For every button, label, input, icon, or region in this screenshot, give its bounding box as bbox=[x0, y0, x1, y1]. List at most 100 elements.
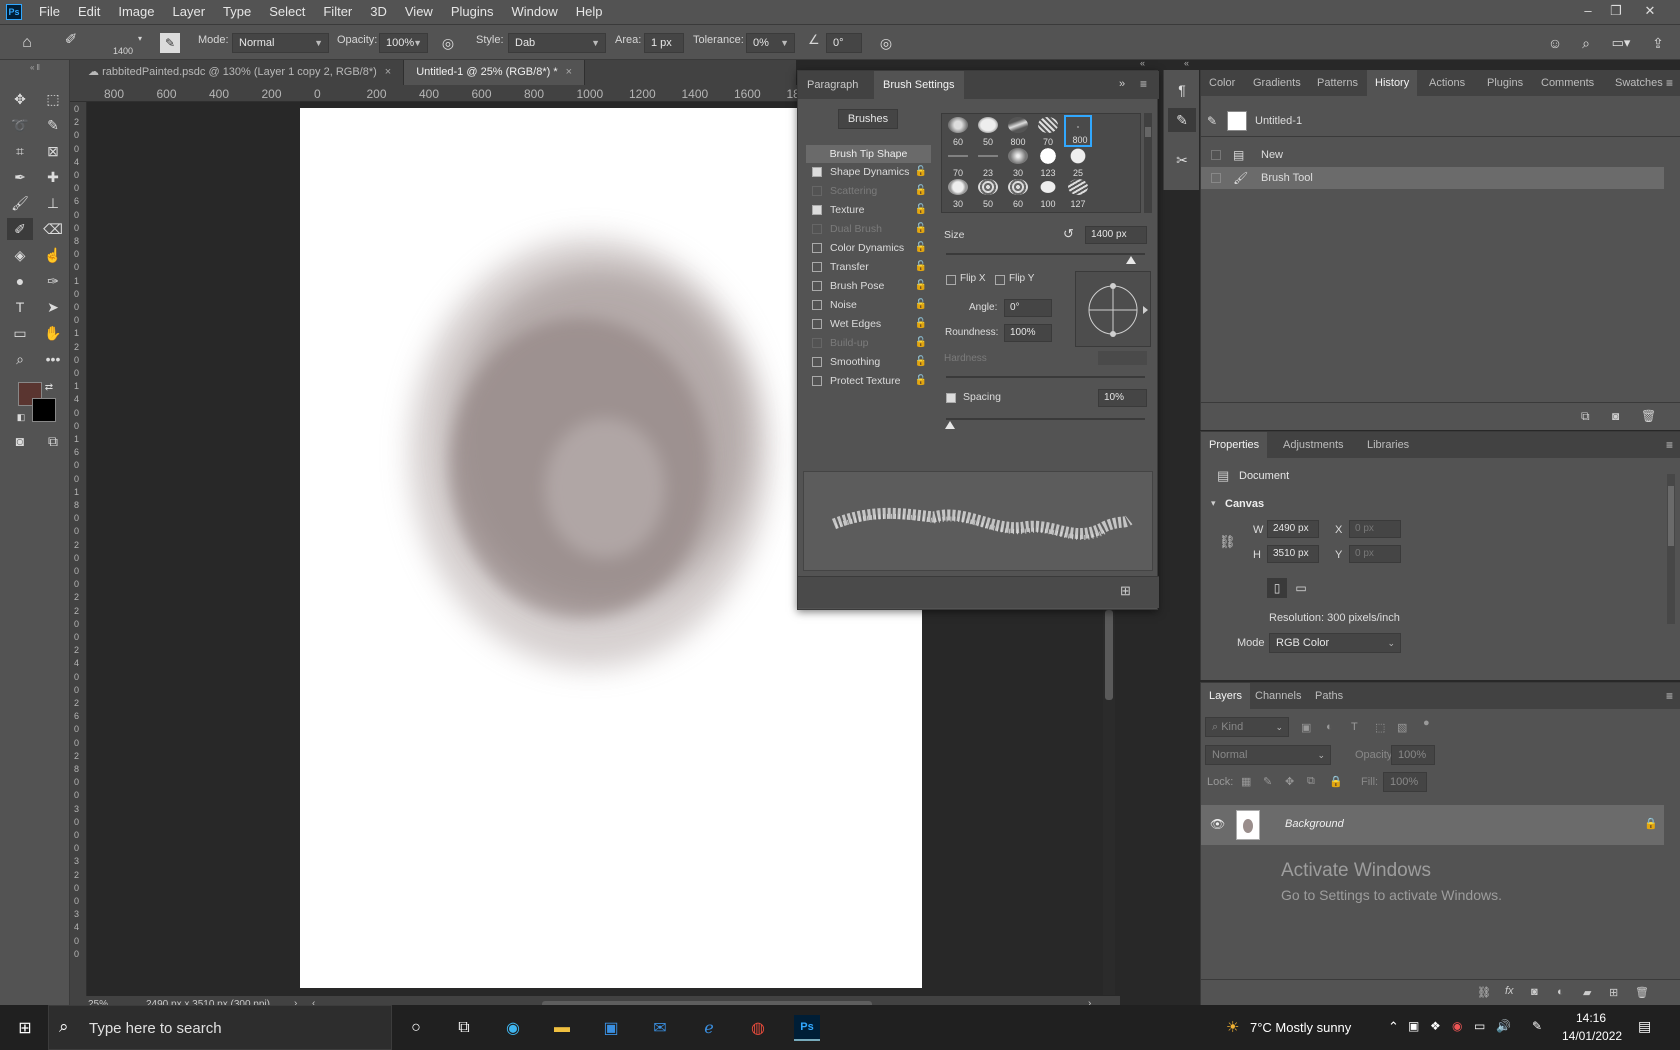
new-preset-icon[interactable]: ⊞ bbox=[1120, 583, 1131, 599]
workspace-icon[interactable]: ▭▾ bbox=[1606, 33, 1636, 53]
brush-tip-preset[interactable]: 23 bbox=[974, 146, 1002, 178]
tab-rabbited-painted[interactable]: ☁ rabbitedPainted.psdc @ 130% (Layer 1 c… bbox=[76, 60, 405, 85]
lock-icon[interactable]: 🔓 bbox=[915, 163, 927, 181]
spacing-field[interactable]: 10% bbox=[1098, 389, 1147, 407]
brush-option-transfer[interactable]: Transfer 🔓 bbox=[806, 258, 931, 276]
mail-icon[interactable]: ✉ bbox=[647, 1015, 673, 1041]
brush-option-protect-texture[interactable]: Protect Texture 🔓 bbox=[806, 372, 931, 390]
history-brush-source-icon[interactable]: ✎ bbox=[1207, 110, 1217, 132]
link-icon[interactable]: ⛓ bbox=[1219, 534, 1236, 550]
menu-help[interactable]: Help bbox=[567, 0, 612, 24]
pressure-size-icon[interactable]: ◎ bbox=[876, 33, 896, 53]
brush-option-dual-brush[interactable]: Dual Brush 🔓 bbox=[806, 220, 931, 238]
menu-file[interactable]: File bbox=[30, 0, 69, 24]
adjustment-filter-icon[interactable]: ◐ bbox=[1326, 721, 1333, 733]
lock-icon[interactable]: 🔓 bbox=[915, 353, 927, 371]
pixel-filter-icon[interactable]: ▣ bbox=[1301, 721, 1311, 734]
chrome-icon[interactable]: ◍ bbox=[745, 1015, 771, 1041]
pen-tool-icon[interactable]: ✑ bbox=[40, 270, 66, 292]
clone-stamp-tool-icon[interactable]: ⊥ bbox=[40, 192, 66, 214]
tolerance-field[interactable]: 0% ▼ bbox=[746, 33, 795, 53]
screen-mode-icon[interactable]: ⧉ bbox=[40, 430, 66, 452]
style-select[interactable]: Dab ▼ bbox=[508, 33, 606, 53]
brush-panel-toggle-icon[interactable]: ✎ bbox=[160, 33, 180, 53]
tray-app-icon[interactable]: ▣ bbox=[1408, 1019, 1419, 1033]
delete-layer-icon[interactable]: 🗑 bbox=[1635, 986, 1649, 999]
brush-tip-preset[interactable]: 127 bbox=[1064, 177, 1092, 209]
lock-icon[interactable]: 🔓 bbox=[915, 334, 927, 352]
layer-name[interactable]: Background bbox=[1285, 818, 1344, 830]
tab-actions[interactable]: Actions bbox=[1421, 70, 1473, 96]
tab-libraries[interactable]: Libraries bbox=[1359, 432, 1417, 458]
smudge-tool-icon[interactable]: ☝ bbox=[40, 244, 66, 266]
x-field[interactable]: 0 px bbox=[1349, 520, 1401, 538]
brush-tool-icon[interactable]: 🖌 bbox=[7, 192, 33, 214]
new-group-icon[interactable]: ▰ bbox=[1583, 986, 1591, 999]
background-color-swatch[interactable] bbox=[32, 398, 56, 422]
camera-icon[interactable]: ◙ bbox=[1612, 409, 1619, 423]
brush-tip-preset[interactable]: 50 bbox=[974, 115, 1002, 147]
volume-icon[interactable]: 🔊 bbox=[1496, 1019, 1511, 1033]
lasso-tool-icon[interactable]: ➰ bbox=[7, 114, 33, 136]
type-filter-icon[interactable]: T bbox=[1351, 721, 1358, 733]
portrait-orientation-icon[interactable]: ▯ bbox=[1267, 578, 1287, 598]
tab-brush-settings[interactable]: Brush Settings bbox=[874, 71, 964, 99]
option-checkbox[interactable] bbox=[812, 300, 822, 310]
spacing-checkbox[interactable] bbox=[946, 393, 956, 403]
move-tool-icon[interactable]: ✥ bbox=[7, 88, 33, 110]
internet-explorer-icon[interactable]: ℯ bbox=[696, 1015, 722, 1041]
trash-icon[interactable]: 🗑 bbox=[1641, 409, 1656, 423]
collapse-panels-icon[interactable]: « bbox=[1140, 58, 1145, 68]
brush-option-smoothing[interactable]: Smoothing 🔓 bbox=[806, 353, 931, 371]
tab-history[interactable]: History bbox=[1367, 70, 1418, 96]
tab-properties[interactable]: Properties bbox=[1201, 432, 1268, 458]
lock-all-icon[interactable]: 🔒 bbox=[1329, 775, 1343, 788]
menu-view[interactable]: View bbox=[396, 0, 442, 24]
history-source-checkbox[interactable] bbox=[1211, 150, 1221, 160]
lock-icon[interactable]: 🔓 bbox=[915, 372, 927, 390]
lock-pixels-icon[interactable]: ✎ bbox=[1263, 775, 1272, 788]
dropbox-icon[interactable]: ❖ bbox=[1430, 1019, 1441, 1033]
spacing-slider[interactable] bbox=[946, 418, 1145, 420]
option-checkbox[interactable] bbox=[812, 262, 822, 272]
tab-comments[interactable]: Comments bbox=[1533, 70, 1602, 96]
rectangle-tool-icon[interactable]: ▭ bbox=[7, 322, 33, 344]
size-slider[interactable] bbox=[946, 253, 1145, 255]
close-tab-icon[interactable]: × bbox=[566, 66, 572, 78]
cortana-icon[interactable]: ○ bbox=[403, 1015, 429, 1041]
tip-scrollbar[interactable] bbox=[1144, 113, 1152, 213]
filter-toggle-icon[interactable]: ● bbox=[1423, 717, 1430, 729]
type-tool-icon[interactable]: T bbox=[7, 296, 33, 318]
tray-app-2-icon[interactable]: ◉ bbox=[1452, 1019, 1462, 1033]
option-checkbox[interactable] bbox=[812, 281, 822, 291]
close-icon[interactable]: ✕ bbox=[1636, 0, 1664, 22]
lock-transparent-icon[interactable]: ▦ bbox=[1241, 775, 1251, 788]
brush-tip-preset[interactable]: 123 bbox=[1034, 146, 1062, 178]
eraser-tool-icon[interactable]: ⌫ bbox=[40, 218, 66, 240]
tab-paths[interactable]: Paths bbox=[1307, 683, 1351, 709]
panel-menu-icon[interactable]: ≡ bbox=[1666, 438, 1673, 452]
brush-option-scattering[interactable]: Scattering 🔓 bbox=[806, 182, 931, 200]
brush-tip-preset[interactable]: 800 bbox=[1064, 115, 1092, 147]
expand-panels-icon[interactable]: « bbox=[1184, 58, 1189, 68]
brush-tip-preset[interactable]: 60 bbox=[1004, 177, 1032, 209]
brush-tip-preset[interactable]: 30 bbox=[944, 177, 972, 209]
landscape-orientation-icon[interactable]: ▭ bbox=[1291, 578, 1311, 598]
brush-tip-preset[interactable]: 50 bbox=[974, 177, 1002, 209]
brush-option-texture[interactable]: Texture 🔓 bbox=[806, 201, 931, 219]
brush-tip-shape-option[interactable]: Brush Tip Shape bbox=[806, 145, 931, 163]
brush-tip-preset[interactable]: 25 bbox=[1064, 146, 1092, 178]
home-icon[interactable]: ⌂ bbox=[16, 33, 38, 53]
expand-icon[interactable]: » bbox=[1119, 78, 1125, 90]
more-tools-icon[interactable]: ••• bbox=[40, 348, 66, 370]
layer-style-icon[interactable]: fx bbox=[1505, 985, 1514, 997]
option-checkbox[interactable] bbox=[812, 186, 822, 196]
share-icon[interactable]: ⇪ bbox=[1648, 33, 1668, 53]
layer-filter-kind[interactable]: ⌕ Kind ⌄ bbox=[1205, 717, 1289, 737]
collapse-toolbar-icon[interactable]: « ‖ bbox=[0, 62, 70, 72]
menu-3d[interactable]: 3D bbox=[361, 0, 396, 24]
option-checkbox[interactable] bbox=[812, 243, 822, 253]
option-checkbox[interactable] bbox=[812, 205, 822, 215]
edge-browser-icon[interactable]: ◉ bbox=[500, 1015, 526, 1041]
shape-filter-icon[interactable]: ⬚ bbox=[1375, 721, 1385, 734]
